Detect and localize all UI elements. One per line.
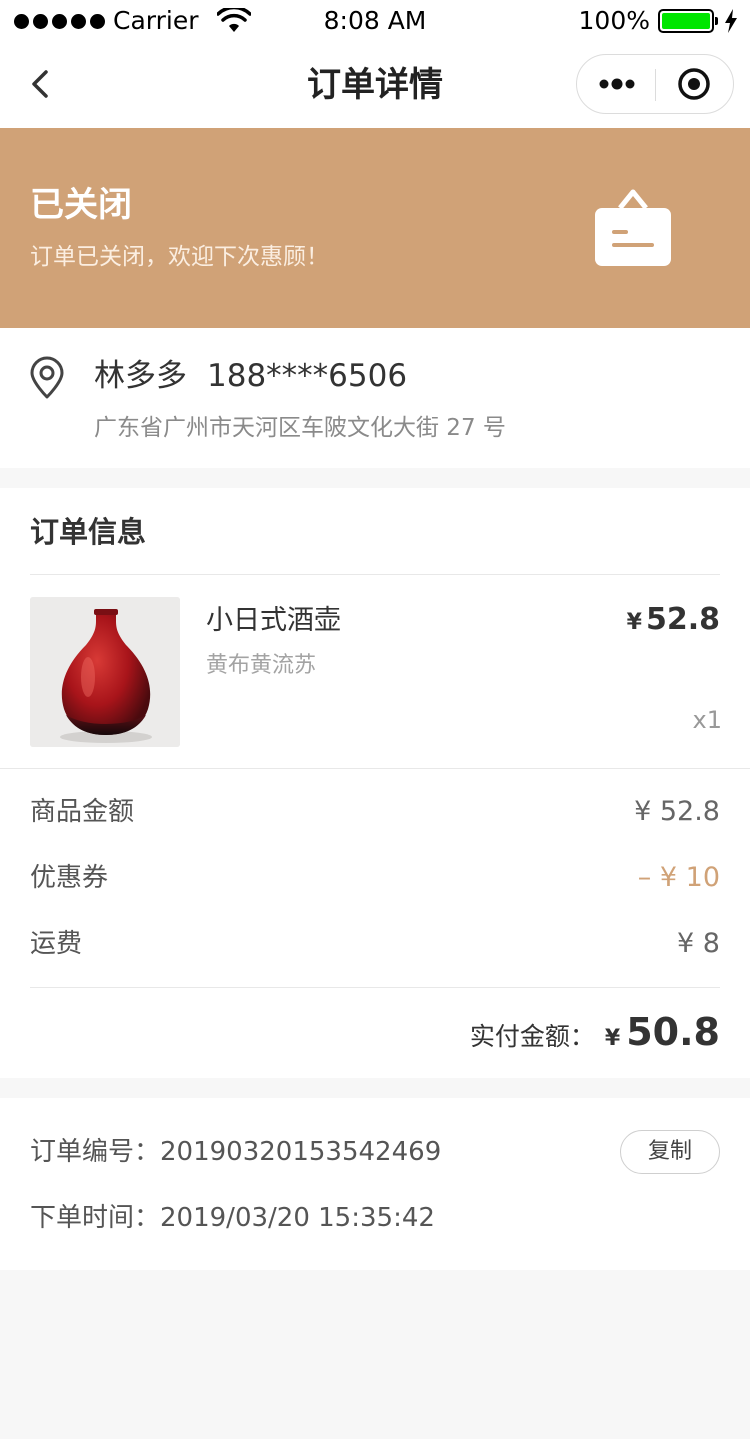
order-time: 2019/03/20 15:35:42 [160,1203,435,1233]
order-time-row: 下单时间：2019/03/20 15:35:42 [30,1198,435,1238]
product-spec: 黄布黄流苏 [206,653,317,678]
product-item[interactable]: 小日式酒壶 黄布黄流苏 ¥52.8 x1 [0,575,750,768]
product-price: ¥52.8 [627,601,720,642]
address-detail: 广东省广州市天河区车陂文化大街 27 号 [94,415,506,441]
product-quantity: x1 [692,706,722,734]
order-time-label: 下单时间： [30,1203,161,1233]
product-image[interactable] [30,597,180,747]
order-number-row: 订单编号：20190320153542469 [30,1132,441,1172]
capsule-divider [655,69,656,101]
battery-fill [662,13,710,29]
order-status-subtitle: 订单已关闭，欢迎下次惠顾！ [30,244,329,270]
divider [30,987,720,988]
fee-label: 优惠券 [30,863,109,893]
target-circle-icon[interactable] [677,67,711,101]
fee-value: – ¥ 10 [637,862,720,893]
price-value: 52.8 [645,602,720,637]
total-value: 50.8 [626,1010,720,1054]
order-status-title: 已关闭 [30,185,132,225]
location-pin-icon [30,356,64,399]
total-paid: 实付金额： ¥ 50.8 [470,1010,720,1054]
recipient: 林多多 188****6506 [94,356,407,396]
total-label: 实付金额： [469,1022,595,1051]
fee-row-coupon: 优惠券 – ¥ 10 [30,858,720,898]
fee-label: 商品金额 [30,797,135,827]
shipping-address: 林多多 188****6506 广东省广州市天河区车陂文化大街 27 号 [0,328,750,468]
fee-row-goods: 商品金额 ¥ 52.8 [30,792,720,832]
total-currency: ¥ [604,1026,621,1051]
fee-label: 运费 [30,929,83,959]
order-info-title: 订单信息 [30,515,147,549]
recipient-phone: 188****6506 [207,358,408,394]
fee-row-shipping: 运费 ¥ 8 [30,924,720,964]
nav-bar: 订单详情 [0,42,750,128]
fee-value: ¥ 8 [677,928,720,959]
order-status-banner: 已关闭 订单已关闭，欢迎下次惠顾！ [0,128,750,328]
mini-program-capsule [576,54,734,114]
recipient-name: 林多多 [94,358,187,394]
order-meta-card: 订单编号：20190320153542469 复制 下单时间：2019/03/2… [0,1098,750,1270]
more-dots-icon[interactable] [597,69,637,99]
divider [0,768,750,769]
charging-bolt-icon [725,9,737,33]
price-currency: ¥ [626,610,642,635]
order-number: 20190320153542469 [160,1137,442,1167]
order-number-label: 订单编号： [30,1137,161,1167]
product-name: 小日式酒壶 [206,605,341,636]
shopping-bag-icon [595,189,671,266]
copy-button[interactable]: 复制 [620,1130,720,1174]
fee-value: ¥ 52.8 [634,796,720,827]
vase-image [30,597,180,747]
status-right: 100% [579,6,738,36]
status-bar: Carrier 8:08 AM 100% [0,0,750,42]
battery-percent: 100% [578,6,650,35]
order-info-card: 订单信息 小日式酒壶 黄布黄流苏 ¥ 52.8 x1 商品金额 ¥ 52.8 优… [0,488,750,1078]
battery-icon [658,9,718,33]
